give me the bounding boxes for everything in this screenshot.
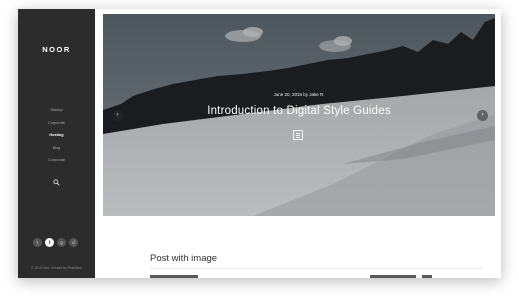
browser-frame: NOOR Startup Corporate Hosting Blog Corp… [18,9,501,278]
hero-slider[interactable]: June 20, 2015 by Jake R. Introduction to… [103,14,495,216]
facebook-icon[interactable]: f [45,238,54,247]
copyright-text: © 2015 Noor, Created by PixelDima [31,266,82,270]
sidebar-item-corporate-2[interactable]: Corporate [18,154,95,167]
cut-off-text [422,275,432,278]
sidebar-item-startup[interactable]: Startup [18,104,95,117]
post-title[interactable]: Introduction to Digital Style Guides [103,105,495,117]
post-meta: June 20, 2015 by Jake R. [273,92,325,97]
sidebar: NOOR Startup Corporate Hosting Blog Corp… [18,9,95,278]
site-logo[interactable]: NOOR [18,45,95,54]
cut-off-text [370,275,416,278]
section-divider [150,268,483,269]
prev-slide-button[interactable]: ‹ [112,110,123,121]
dribbble-icon[interactable]: d [69,238,78,247]
cut-off-text [150,275,198,278]
section-title: Post with image [150,253,218,264]
sidebar-item-hosting[interactable]: Hosting [18,129,95,142]
sidebar-item-blog[interactable]: Blog [18,142,95,155]
document-icon [293,130,303,140]
next-slide-button[interactable]: › [477,110,488,121]
sidebar-nav: Startup Corporate Hosting Blog Corporate [18,104,95,167]
sidebar-item-corporate[interactable]: Corporate [18,117,95,130]
social-links: t f g d [33,238,81,247]
twitter-icon[interactable]: t [33,238,42,247]
googleplus-icon[interactable]: g [57,238,66,247]
search-icon[interactable] [53,179,60,186]
